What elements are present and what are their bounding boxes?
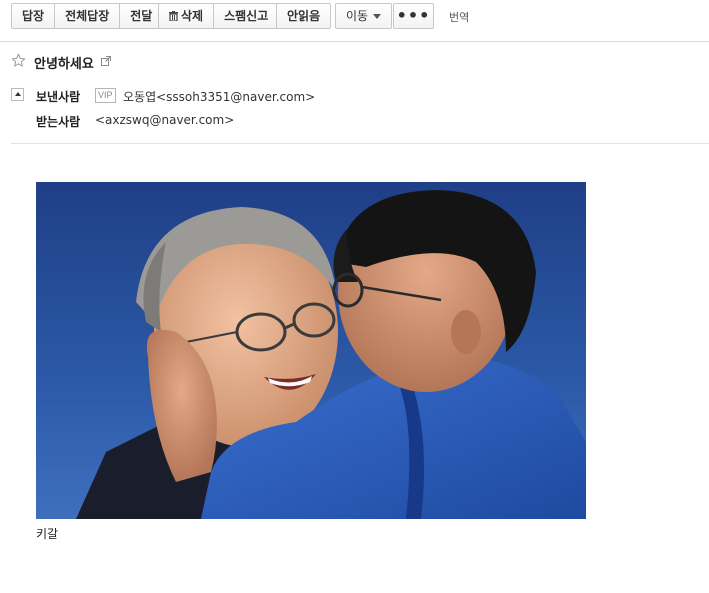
mail-toolbar: 답장 전체답장 전달 삭제 스팸신고 안읽음 이동 ••• 번역 — [0, 0, 709, 42]
unread-button-group: 안읽음 — [276, 3, 332, 29]
recipient-label: 받는사람 — [36, 115, 81, 129]
reply-button[interactable]: 답장 — [12, 4, 54, 28]
delete-spam-button-group: 삭제 스팸신고 — [158, 3, 280, 29]
mark-unread-button[interactable]: 안읽음 — [277, 4, 330, 28]
translate-link[interactable]: 번역 — [449, 9, 469, 25]
report-spam-button[interactable]: 스팸신고 — [213, 4, 278, 28]
photo-caption: 키갈 — [36, 527, 59, 541]
mail-subject: 안녕하세요 — [34, 57, 94, 72]
reply-all-button[interactable]: 전체답장 — [54, 4, 119, 28]
move-button-group: 이동 — [335, 3, 393, 29]
star-outline-icon[interactable] — [11, 53, 26, 68]
forward-button[interactable]: 전달 — [119, 4, 162, 28]
header-divider — [11, 143, 709, 144]
delete-button[interactable]: 삭제 — [159, 4, 213, 28]
delete-button-label: 삭제 — [181, 9, 204, 23]
move-dropdown-button[interactable]: 이동 — [336, 4, 391, 28]
external-link-icon[interactable] — [101, 55, 111, 66]
trash-icon — [169, 11, 178, 21]
more-button-group: ••• — [393, 3, 434, 29]
sender-address[interactable]: 오동엽<sssoh3351@naver.com> — [123, 88, 315, 105]
move-button-label: 이동 — [346, 9, 369, 23]
reply-button-group: 답장 전체답장 전달 — [11, 3, 164, 29]
recipient-address[interactable]: <axzswq@naver.com> — [95, 113, 234, 127]
caret-down-icon — [373, 13, 382, 19]
collapse-toggle-icon[interactable] — [11, 88, 24, 101]
sender-label: 보낸사람 — [36, 90, 81, 104]
embedded-photo — [36, 182, 586, 519]
vip-badge: VIP — [95, 88, 116, 103]
more-actions-button[interactable]: ••• — [394, 4, 433, 28]
